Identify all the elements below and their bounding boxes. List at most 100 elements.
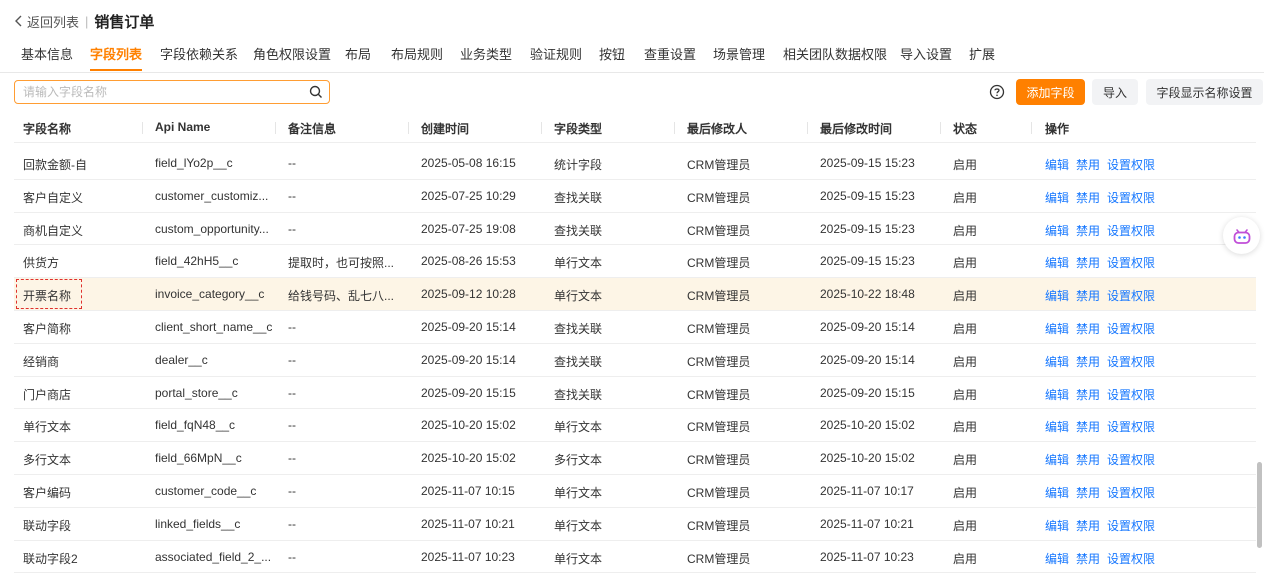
tab-field-list[interactable]: 字段列表 <box>90 44 143 71</box>
disable-link[interactable]: 禁用 <box>1076 189 1100 206</box>
disable-link[interactable]: 禁用 <box>1076 517 1100 534</box>
cell-last-modified-time: 2025-09-20 15:14 <box>820 352 915 367</box>
cell-status: 启用 <box>953 256 978 271</box>
edit-link[interactable]: 编辑 <box>1045 451 1069 468</box>
col-actions: 操作 <box>1045 122 1070 136</box>
cell-field-name: 门户商店 <box>23 387 72 402</box>
disable-link[interactable]: 禁用 <box>1076 418 1100 435</box>
cell-field-name: 多行文本 <box>23 453 72 468</box>
help-icon[interactable] <box>989 84 1005 100</box>
cell-field-type: 单行文本 <box>554 289 603 304</box>
cell-field-name: 回款金额-自 <box>23 158 87 172</box>
cell-field-name: 联动字段2 <box>23 551 78 566</box>
tab-validation-rules[interactable]: 验证规则 <box>530 44 582 71</box>
back-to-list-link[interactable]: 返回列表 <box>14 12 79 31</box>
edit-link[interactable]: 编辑 <box>1045 517 1069 534</box>
edit-link[interactable]: 编辑 <box>1045 222 1069 239</box>
search-icon[interactable] <box>309 85 323 99</box>
cell-remark: -- <box>288 549 296 564</box>
tab-field-dependency[interactable]: 字段依赖关系 <box>160 44 238 71</box>
column-divider[interactable] <box>275 122 276 134</box>
tab-business-type[interactable]: 业务类型 <box>460 44 512 71</box>
disable-link[interactable]: 禁用 <box>1076 386 1100 403</box>
column-divider[interactable] <box>408 122 409 134</box>
set-permission-link[interactable]: 设置权限 <box>1107 418 1155 435</box>
set-permission-link[interactable]: 设置权限 <box>1107 156 1155 173</box>
tab-extension[interactable]: 扩展 <box>969 44 995 71</box>
cell-created-time: 2025-07-25 10:29 <box>421 188 516 203</box>
cell-created-time: 2025-11-07 10:15 <box>421 483 515 498</box>
cell-field-name: 开票名称 <box>23 289 72 304</box>
disable-link[interactable]: 禁用 <box>1076 254 1100 271</box>
cell-field-type: 查找关联 <box>554 223 603 238</box>
edit-link[interactable]: 编辑 <box>1045 254 1069 271</box>
set-permission-link[interactable]: 设置权限 <box>1107 254 1155 271</box>
cell-last-modifier: CRM管理员 <box>687 485 751 500</box>
disable-link[interactable]: 禁用 <box>1076 320 1100 337</box>
table-row: 单行文本 field_fqN48__c -- 2025-10-20 15:02 单行文本… <box>14 409 1256 443</box>
set-permission-link[interactable]: 设置权限 <box>1107 353 1155 370</box>
cell-status: 启用 <box>953 485 978 500</box>
assistant-button[interactable] <box>1223 217 1260 254</box>
set-permission-link[interactable]: 设置权限 <box>1107 484 1155 501</box>
edit-link[interactable]: 编辑 <box>1045 550 1069 567</box>
tab-buttons[interactable]: 按钮 <box>599 44 625 71</box>
set-permission-link[interactable]: 设置权限 <box>1107 517 1155 534</box>
tab-layout[interactable]: 布局 <box>345 44 371 71</box>
tab-duplicate-check[interactable]: 查重设置 <box>644 44 696 71</box>
cell-last-modified-time: 2025-09-15 15:23 <box>820 156 915 170</box>
cell-status: 启用 <box>953 387 978 402</box>
cell-created-time: 2025-05-08 16:15 <box>421 156 516 170</box>
column-divider[interactable] <box>541 122 542 134</box>
cell-field-type: 统计字段 <box>554 158 603 172</box>
cell-last-modified-time: 2025-09-20 15:15 <box>820 385 915 400</box>
disable-link[interactable]: 禁用 <box>1076 550 1100 567</box>
set-permission-link[interactable]: 设置权限 <box>1107 550 1155 567</box>
add-field-button[interactable]: 添加字段 <box>1016 79 1085 105</box>
tab-team-data-permission[interactable]: 相关团队数据权限 <box>783 44 887 71</box>
set-permission-link[interactable]: 设置权限 <box>1107 222 1155 239</box>
table-row: 联动字段2 associated_field_2_... -- 2025-11-07 … <box>14 541 1256 574</box>
table-row: 客户简称 client_short_name__c -- 2025-09-20 15:… <box>14 311 1256 344</box>
disable-link[interactable]: 禁用 <box>1076 451 1100 468</box>
tab-layout-rules[interactable]: 布局规则 <box>391 44 443 71</box>
tab-role-permission[interactable]: 角色权限设置 <box>253 44 331 71</box>
set-permission-link[interactable]: 设置权限 <box>1107 386 1155 403</box>
col-api-name: Api Name <box>155 120 211 134</box>
tab-import-settings[interactable]: 导入设置 <box>900 44 952 71</box>
edit-link[interactable]: 编辑 <box>1045 287 1069 304</box>
disable-link[interactable]: 禁用 <box>1076 222 1100 239</box>
set-permission-link[interactable]: 设置权限 <box>1107 451 1155 468</box>
cell-last-modifier: CRM管理员 <box>687 289 751 304</box>
set-permission-link[interactable]: 设置权限 <box>1107 287 1155 304</box>
edit-link[interactable]: 编辑 <box>1045 484 1069 501</box>
disable-link[interactable]: 禁用 <box>1076 287 1100 304</box>
import-button[interactable]: 导入 <box>1092 79 1138 105</box>
cell-field-type: 查找关联 <box>554 354 603 369</box>
vertical-scrollbar[interactable] <box>1257 462 1262 548</box>
edit-link[interactable]: 编辑 <box>1045 320 1069 337</box>
cell-remark: 提取时，也可按照... <box>288 256 395 271</box>
edit-link[interactable]: 编辑 <box>1045 353 1069 370</box>
column-divider[interactable] <box>142 122 143 134</box>
disable-link[interactable]: 禁用 <box>1076 156 1100 173</box>
edit-link[interactable]: 编辑 <box>1045 386 1069 403</box>
search-input[interactable] <box>15 81 311 103</box>
edit-link[interactable]: 编辑 <box>1045 418 1069 435</box>
tab-scene-management[interactable]: 场景管理 <box>713 44 765 71</box>
disable-link[interactable]: 禁用 <box>1076 353 1100 370</box>
column-divider[interactable] <box>940 122 941 134</box>
edit-link[interactable]: 编辑 <box>1045 156 1069 173</box>
cell-api-name: field_fqN48__c <box>155 418 236 433</box>
cell-remark: -- <box>288 156 296 170</box>
disable-link[interactable]: 禁用 <box>1076 484 1100 501</box>
set-permission-link[interactable]: 设置权限 <box>1107 320 1155 337</box>
column-divider[interactable] <box>674 122 675 134</box>
cell-field-type: 单行文本 <box>554 256 603 271</box>
edit-link[interactable]: 编辑 <box>1045 189 1069 206</box>
tab-basic-info[interactable]: 基本信息 <box>21 44 73 71</box>
column-divider[interactable] <box>1031 122 1032 134</box>
field-display-name-settings-button[interactable]: 字段显示名称设置 <box>1146 79 1263 105</box>
set-permission-link[interactable]: 设置权限 <box>1107 189 1155 206</box>
column-divider[interactable] <box>807 122 808 134</box>
